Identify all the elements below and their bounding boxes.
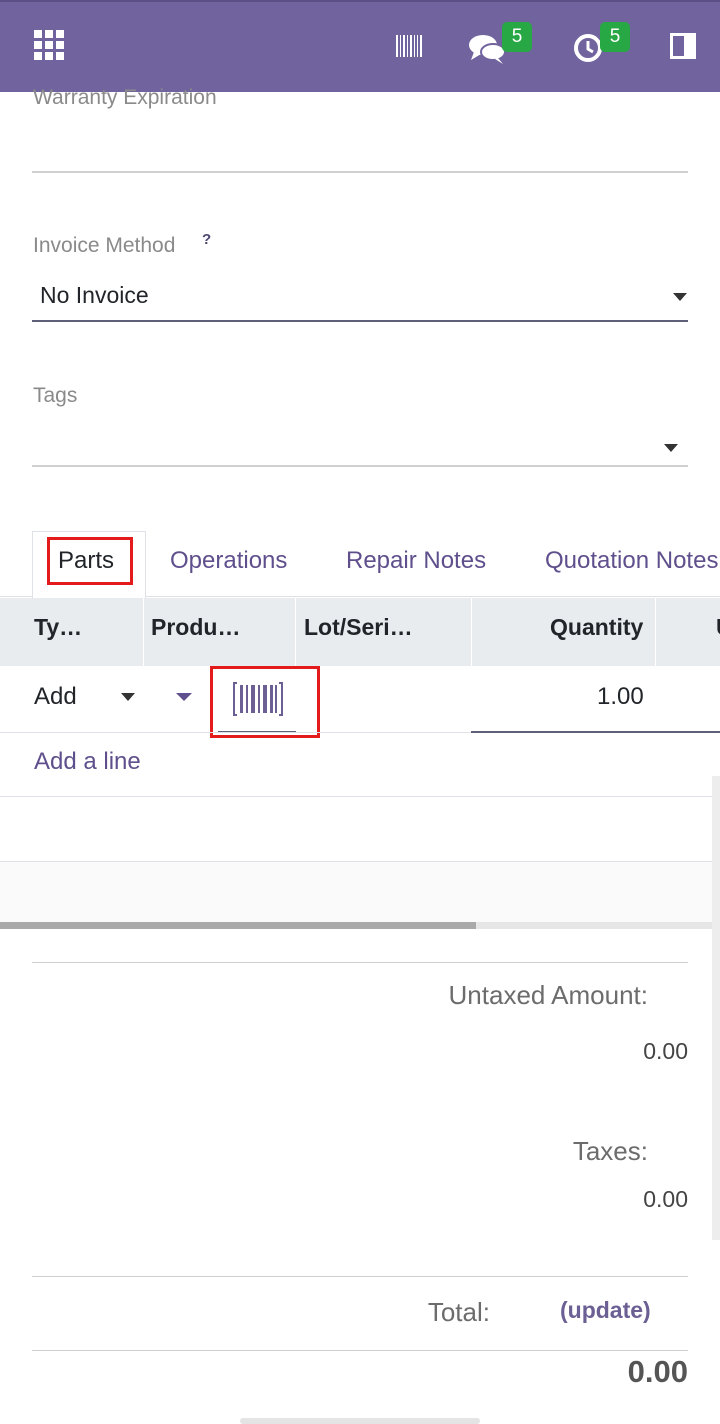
row-divider <box>0 796 720 797</box>
column-separator <box>143 598 144 666</box>
invoice-method-help[interactable]: ? <box>202 231 211 248</box>
untaxed-amount-value: 0.00 <box>643 1038 688 1064</box>
taxes-label: Taxes: <box>572 1136 648 1166</box>
table-empty-row <box>0 862 720 922</box>
column-separator <box>295 598 296 666</box>
total-label: Total: <box>427 1297 490 1327</box>
warranty-expiration-input[interactable] <box>32 171 688 173</box>
table-header: Ty… Produ… Lot/Seri… Quantity U <box>0 598 720 666</box>
chat-icon[interactable] <box>468 32 506 66</box>
add-a-line-link[interactable]: Add a line <box>34 748 141 776</box>
side-panel-icon[interactable] <box>670 33 696 59</box>
type-dropdown-caret-icon[interactable] <box>121 693 135 701</box>
invoice-method-value[interactable]: No Invoice <box>40 282 149 309</box>
update-taxes-link[interactable]: (update) <box>560 1297 651 1324</box>
top-navbar: 5 5 <box>0 0 720 92</box>
activities-badge: 5 <box>600 22 630 52</box>
quantity-input-underline <box>471 731 720 733</box>
vertical-scrollbar[interactable] <box>712 776 720 1240</box>
warranty-expiration-label: Warranty Expiration <box>33 86 217 109</box>
apps-grid-icon[interactable] <box>34 30 64 60</box>
tab-repair-notes[interactable]: Repair Notes <box>346 547 486 575</box>
highlight-box-barcode <box>210 666 320 738</box>
horizontal-scrollbar-thumb[interactable] <box>0 922 476 929</box>
highlight-box-parts-tab <box>47 537 133 585</box>
column-header-quantity[interactable]: Quantity <box>550 614 643 641</box>
invoice-method-dropdown-caret-icon[interactable] <box>673 293 687 301</box>
invoice-method-label: Invoice Method <box>33 234 176 257</box>
totals-separator <box>32 1350 688 1351</box>
product-dropdown-caret-icon[interactable] <box>176 693 192 701</box>
messages-badge: 5 <box>502 22 532 52</box>
tags-input[interactable] <box>32 465 688 467</box>
barcode-icon[interactable] <box>396 35 422 57</box>
column-header-product[interactable]: Produ… <box>151 614 240 641</box>
tab-quotation-notes[interactable]: Quotation Notes <box>545 547 718 575</box>
row-divider <box>0 732 471 733</box>
column-separator <box>655 598 656 666</box>
home-indicator <box>240 1418 480 1424</box>
tags-label: Tags <box>33 384 78 407</box>
tags-dropdown-caret-icon[interactable] <box>664 444 678 452</box>
column-separator <box>471 598 472 666</box>
totals-separator <box>32 962 688 963</box>
column-header-type[interactable]: Ty… <box>34 614 82 641</box>
row-quantity-value[interactable]: 1.00 <box>597 683 644 711</box>
taxes-value: 0.00 <box>643 1186 688 1212</box>
column-header-unit[interactable]: U <box>716 614 720 641</box>
untaxed-amount-label: Untaxed Amount: <box>448 980 648 1010</box>
invoice-method-select[interactable] <box>32 320 688 322</box>
total-value: 0.00 <box>627 1354 688 1389</box>
tab-operations[interactable]: Operations <box>170 547 287 575</box>
totals-separator <box>32 1276 688 1277</box>
row-type-value[interactable]: Add <box>34 683 77 711</box>
column-header-lot-serial[interactable]: Lot/Seri… <box>304 614 413 641</box>
